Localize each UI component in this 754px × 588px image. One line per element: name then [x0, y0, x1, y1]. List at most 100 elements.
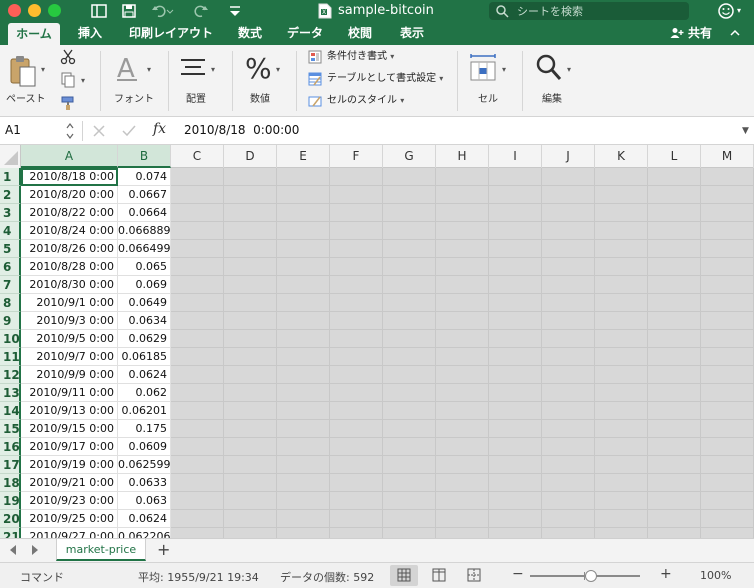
cell-a[interactable]: 2010/9/17 0:00: [21, 438, 118, 456]
cell-j[interactable]: [542, 294, 595, 312]
column-header-b[interactable]: B: [118, 145, 171, 168]
cell-k[interactable]: [595, 528, 648, 538]
zoom-slider-thumb[interactable]: [584, 570, 597, 582]
cell-h[interactable]: [436, 402, 489, 420]
cell-i[interactable]: [489, 186, 542, 204]
cell-f[interactable]: [330, 240, 383, 258]
cell-j[interactable]: [542, 456, 595, 474]
tab-data[interactable]: データ: [282, 22, 328, 45]
cell-a[interactable]: 2010/8/26 0:00: [21, 240, 118, 258]
cell-a[interactable]: 2010/8/20 0:00: [21, 186, 118, 204]
cell-c[interactable]: [171, 402, 224, 420]
cell-l[interactable]: [648, 528, 701, 538]
row-header[interactable]: 5: [0, 240, 21, 258]
cell-k[interactable]: [595, 366, 648, 384]
cell-g[interactable]: [383, 402, 436, 420]
cell-d[interactable]: [224, 456, 277, 474]
cell-m[interactable]: [701, 186, 754, 204]
cell-f[interactable]: [330, 276, 383, 294]
row-header[interactable]: 19: [0, 492, 21, 510]
cell-l[interactable]: [648, 222, 701, 240]
column-header-e[interactable]: E: [277, 145, 330, 168]
cell-c[interactable]: [171, 456, 224, 474]
cell-j[interactable]: [542, 402, 595, 420]
cell-b[interactable]: 0.062599: [118, 456, 171, 474]
cell-a[interactable]: 2010/8/28 0:00: [21, 258, 118, 276]
cell-d[interactable]: [224, 330, 277, 348]
cell-c[interactable]: [171, 438, 224, 456]
sheet-search-box[interactable]: シートを検索: [489, 2, 689, 20]
cell-k[interactable]: [595, 240, 648, 258]
cell-j[interactable]: [542, 366, 595, 384]
cell-g[interactable]: [383, 330, 436, 348]
cell-g[interactable]: [383, 384, 436, 402]
cell-l[interactable]: [648, 384, 701, 402]
expand-formula-bar-icon[interactable]: ▼: [742, 126, 749, 136]
cell-i[interactable]: [489, 330, 542, 348]
cell-h[interactable]: [436, 384, 489, 402]
cell-l[interactable]: [648, 312, 701, 330]
formula-input[interactable]: 2010/8/18 0:00:00: [184, 123, 299, 137]
cell-m[interactable]: [701, 402, 754, 420]
cell-i[interactable]: [489, 222, 542, 240]
minimize-window-button[interactable]: [28, 4, 41, 17]
cell-l[interactable]: [648, 402, 701, 420]
cells-icon[interactable]: [468, 53, 498, 83]
row-header[interactable]: 16: [0, 438, 21, 456]
cell-c[interactable]: [171, 168, 224, 186]
cell-f[interactable]: [330, 312, 383, 330]
cell-k[interactable]: [595, 186, 648, 204]
cell-h[interactable]: [436, 492, 489, 510]
cell-f[interactable]: [330, 222, 383, 240]
cell-k[interactable]: [595, 294, 648, 312]
cell-c[interactable]: [171, 312, 224, 330]
cell-h[interactable]: [436, 438, 489, 456]
cell-k[interactable]: [595, 168, 648, 186]
row-header[interactable]: 14: [0, 402, 21, 420]
cell-h[interactable]: [436, 258, 489, 276]
cell-k[interactable]: [595, 312, 648, 330]
cell-d[interactable]: [224, 186, 277, 204]
cell-f[interactable]: [330, 348, 383, 366]
cell-i[interactable]: [489, 240, 542, 258]
cell-e[interactable]: [277, 276, 330, 294]
cell-l[interactable]: [648, 204, 701, 222]
tab-page-layout[interactable]: 印刷レイアウト: [122, 22, 220, 45]
cell-l[interactable]: [648, 330, 701, 348]
cell-e[interactable]: [277, 330, 330, 348]
cell-i[interactable]: [489, 258, 542, 276]
cell-l[interactable]: [648, 438, 701, 456]
cell-f[interactable]: [330, 474, 383, 492]
cell-k[interactable]: [595, 276, 648, 294]
cell-g[interactable]: [383, 366, 436, 384]
cell-l[interactable]: [648, 492, 701, 510]
sidebar-toggle-icon[interactable]: [90, 2, 108, 20]
cell-k[interactable]: [595, 438, 648, 456]
cell-h[interactable]: [436, 222, 489, 240]
cell-m[interactable]: [701, 384, 754, 402]
next-sheet-icon[interactable]: [30, 544, 40, 556]
cell-d[interactable]: [224, 474, 277, 492]
column-header-j[interactable]: J: [542, 145, 595, 168]
cell-a[interactable]: 2010/9/13 0:00: [21, 402, 118, 420]
cell-e[interactable]: [277, 456, 330, 474]
cell-k[interactable]: [595, 258, 648, 276]
cell-c[interactable]: [171, 258, 224, 276]
cell-d[interactable]: [224, 204, 277, 222]
cell-d[interactable]: [224, 420, 277, 438]
cell-g[interactable]: [383, 456, 436, 474]
cell-m[interactable]: [701, 528, 754, 538]
cell-k[interactable]: [595, 420, 648, 438]
cell-b[interactable]: 0.0664: [118, 204, 171, 222]
insert-function-icon[interactable]: fx: [153, 121, 166, 137]
cell-e[interactable]: [277, 384, 330, 402]
row-header[interactable]: 6: [0, 258, 21, 276]
cell-d[interactable]: [224, 492, 277, 510]
cell-m[interactable]: [701, 348, 754, 366]
cell-i[interactable]: [489, 528, 542, 538]
cell-f[interactable]: [330, 258, 383, 276]
cell-m[interactable]: [701, 294, 754, 312]
column-header-g[interactable]: G: [383, 145, 436, 168]
row-header[interactable]: 17: [0, 456, 21, 474]
cell-j[interactable]: [542, 492, 595, 510]
